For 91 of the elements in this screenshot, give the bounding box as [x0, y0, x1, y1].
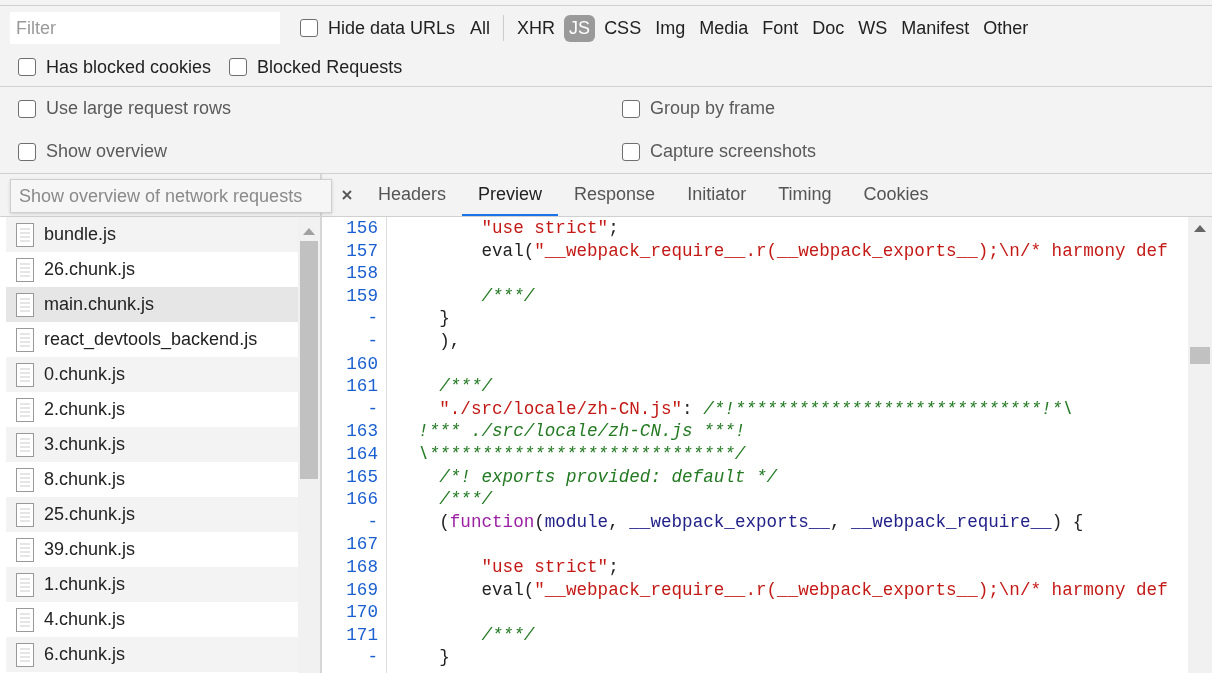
detail-tab[interactable]: Headers [362, 174, 463, 216]
line-number: - [366, 397, 379, 421]
code-line: "./src/locale/zh-CN.js": /*!*****************************!*\ [438, 397, 1073, 421]
request-row[interactable]: 25.chunk.js [6, 497, 298, 532]
checkbox-label: Blocked Requests [257, 56, 403, 78]
line-number: 160 [345, 352, 379, 376]
code-line: \*****************************/ [417, 442, 746, 466]
checkbox-label: Show overview [46, 141, 168, 162]
type-filter-button[interactable]: Manifest [896, 14, 975, 42]
request-row[interactable]: 1.chunk.js [6, 567, 298, 602]
file-icon [16, 432, 34, 457]
file-icon [16, 642, 34, 667]
code-line: "use strict"; [480, 217, 619, 240]
line-number: 169 [345, 578, 379, 602]
filter-field[interactable]: Filter [10, 12, 280, 44]
line-number: 165 [345, 465, 379, 489]
file-icon [16, 292, 34, 317]
request-row[interactable]: bundle.js [6, 217, 298, 252]
code-line: eval("__webpack_require__.r(__webpack_exports__);\n/* harmony def [480, 578, 1168, 602]
checkbox[interactable] [300, 19, 318, 37]
request-row[interactable]: 6.chunk.js [6, 637, 298, 672]
close-icon[interactable] [342, 190, 352, 200]
file-icon [16, 467, 34, 492]
tooltip: Show overview of network requests [10, 179, 332, 213]
code-line: !*** ./src/locale/zh-CN.js ***! [417, 420, 746, 443]
line-number: 156 [345, 217, 379, 240]
request-row[interactable]: 0.chunk.js [6, 357, 298, 392]
line-number: - [366, 329, 379, 353]
detail-tab[interactable]: Response [558, 174, 672, 216]
line-number: 158 [345, 262, 379, 285]
line-number: - [366, 510, 379, 534]
checkbox[interactable] [229, 58, 248, 76]
line-number: 159 [345, 284, 379, 308]
type-filter-button[interactable]: Media [694, 14, 754, 42]
type-filter-button[interactable]: WS [853, 14, 893, 42]
file-icon [16, 397, 34, 422]
code-line: /***/ [438, 375, 492, 398]
code-line: } [438, 646, 450, 669]
line-number: 157 [345, 239, 379, 263]
checkbox-label: Has blocked cookies [46, 56, 212, 78]
line-number: 163 [345, 420, 379, 443]
type-filter-button[interactable]: CSS [599, 14, 647, 42]
code-line: /***/ [480, 284, 535, 308]
line-number: 171 [345, 623, 379, 647]
line-number: - [366, 646, 379, 669]
file-icon [16, 502, 34, 527]
request-row[interactable]: main.chunk.js [6, 287, 298, 322]
code-line: /***/ [480, 623, 535, 647]
file-icon [16, 327, 34, 352]
type-filter-button[interactable]: Other [978, 14, 1034, 42]
line-number: 168 [345, 555, 379, 579]
scroll-up-icon[interactable] [1194, 225, 1206, 232]
type-filter-button[interactable]: All [465, 14, 496, 42]
detail-tab[interactable]: Initiator [671, 174, 763, 216]
type-filter-button[interactable]: Doc [807, 14, 850, 42]
code-line: ), [438, 329, 461, 353]
line-number: 170 [345, 601, 379, 624]
file-icon [16, 537, 34, 562]
code-line: (function(module, __webpack_exports__, __webpack_require__) { [438, 510, 1084, 534]
file-icon [16, 257, 34, 282]
code-line: eval("__webpack_require__.r(__webpack_exports__);\n/* harmony def [480, 239, 1168, 263]
checkbox-label: Use large request rows [46, 98, 232, 119]
file-icon [16, 362, 34, 387]
line-number: 167 [345, 533, 379, 556]
code-line: /***/ [438, 488, 492, 511]
checkbox[interactable] [622, 142, 640, 161]
checkbox-label: Capture screenshots [650, 141, 817, 162]
line-number: 164 [345, 442, 379, 466]
line-number: - [366, 307, 379, 330]
checkbox[interactable] [18, 58, 36, 76]
file-icon [16, 222, 34, 247]
request-row[interactable]: 3.chunk.js [6, 427, 298, 462]
type-filter-button[interactable]: Font [757, 14, 804, 42]
detail-tab[interactable]: Timing [762, 174, 848, 216]
type-filter-button[interactable]: XHR [512, 14, 561, 42]
checkbox[interactable] [18, 142, 36, 161]
scrollbar-thumb[interactable] [300, 241, 318, 479]
checkbox[interactable] [18, 99, 36, 118]
detail-tab[interactable]: Cookies [847, 174, 945, 216]
checkbox-label: Group by frame [650, 98, 776, 119]
code-line: "use strict"; [480, 555, 619, 579]
scrollbar-thumb[interactable] [1190, 347, 1210, 364]
line-number: 161 [345, 375, 379, 398]
checkbox-label: Hide data URLs [328, 17, 456, 39]
line-number: 166 [345, 488, 379, 511]
code-line: /*! exports provided: default */ [438, 465, 778, 489]
type-filter-button[interactable]: Img [650, 14, 691, 42]
file-icon [16, 572, 34, 597]
file-icon [16, 607, 34, 632]
checkbox[interactable] [622, 99, 640, 118]
code-line: } [438, 307, 450, 330]
